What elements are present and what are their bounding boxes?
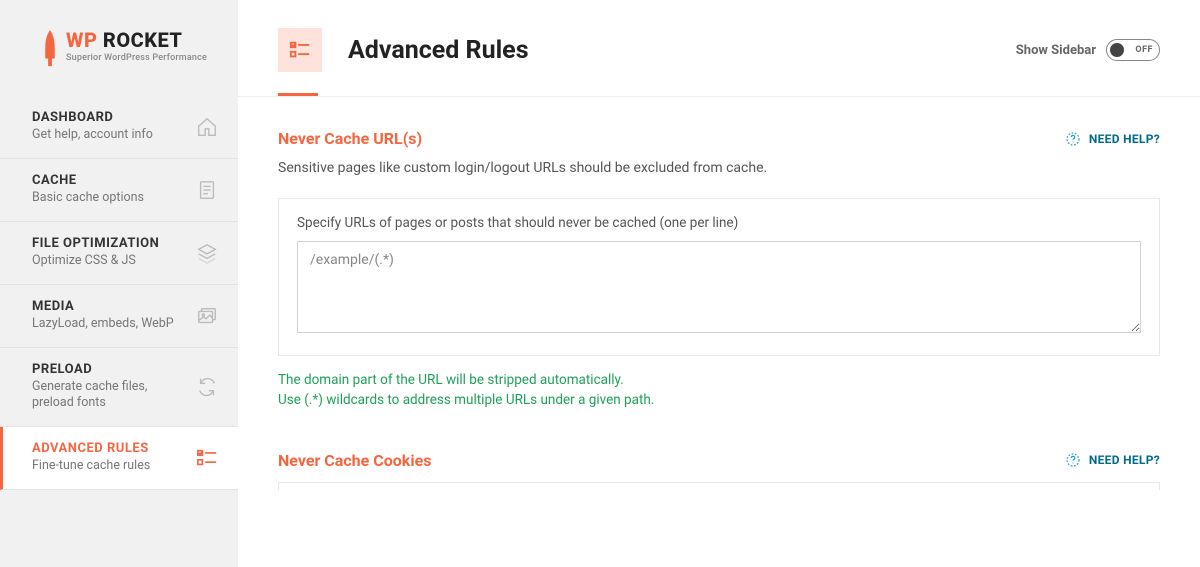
sidebar-item-media[interactable]: MEDIA LazyLoad, embeds, WebP xyxy=(0,285,238,348)
logo-text: WP ROCKET xyxy=(66,30,207,50)
list-check-icon xyxy=(196,447,218,469)
show-sidebar-label: Show Sidebar xyxy=(1016,43,1096,58)
sidebar-item-title: MEDIA xyxy=(32,299,188,314)
logo: WP ROCKET Superior WordPress Performance xyxy=(0,30,238,96)
sidebar-item-desc: Basic cache options xyxy=(32,190,188,207)
sidebar-item-advanced-rules[interactable]: ADVANCED RULES Fine-tune cache rules xyxy=(0,427,238,490)
sidebar-item-desc: Get help, account info xyxy=(32,127,188,144)
never-cache-urls-input[interactable] xyxy=(297,241,1141,333)
sidebar-item-title: DASHBOARD xyxy=(32,110,188,125)
home-icon xyxy=(196,116,218,138)
field-label: Specify URLs of pages or posts that shou… xyxy=(297,215,1141,231)
rocket-icon xyxy=(40,30,60,68)
section-desc: Sensitive pages like custom login/logout… xyxy=(278,160,1160,176)
header: Advanced Rules Show Sidebar OFF xyxy=(238,0,1200,93)
nav: DASHBOARD Get help, account info CACHE B… xyxy=(0,96,238,490)
need-help-link[interactable]: NEED HELP? xyxy=(1065,452,1160,468)
sidebar-item-preload[interactable]: PRELOAD Generate cache files, preload fo… xyxy=(0,348,238,428)
section-never-cache-urls: Never Cache URL(s) NEED HELP? Sensitive … xyxy=(278,129,1160,411)
show-sidebar-toggle[interactable]: OFF xyxy=(1106,39,1160,61)
content: Never Cache URL(s) NEED HELP? Sensitive … xyxy=(238,97,1200,567)
field-never-cache-cookies xyxy=(278,482,1160,490)
sidebar-item-desc: Fine-tune cache rules xyxy=(32,458,188,475)
need-help-link[interactable]: NEED HELP? xyxy=(1065,131,1160,147)
sidebar-item-file-optimization[interactable]: FILE OPTIMIZATION Optimize CSS & JS xyxy=(0,222,238,285)
sidebar-item-desc: Generate cache files, preload fonts xyxy=(32,379,188,413)
help-icon xyxy=(1065,131,1081,147)
page-title: Advanced Rules xyxy=(348,36,1016,65)
sidebar-item-cache[interactable]: CACHE Basic cache options xyxy=(0,159,238,222)
refresh-icon xyxy=(196,376,218,398)
section-never-cache-cookies: Never Cache Cookies NEED HELP? xyxy=(278,451,1160,490)
toggle-knob xyxy=(1110,43,1124,57)
layers-icon xyxy=(196,242,218,264)
sidebar-item-title: CACHE xyxy=(32,173,188,188)
field-never-cache-urls: Specify URLs of pages or posts that shou… xyxy=(278,198,1160,356)
section-title: Never Cache URL(s) xyxy=(278,129,422,148)
main: Advanced Rules Show Sidebar OFF Never Ca… xyxy=(238,0,1200,567)
file-icon xyxy=(196,179,218,201)
sidebar-item-desc: LazyLoad, embeds, WebP xyxy=(32,316,188,333)
field-hint: The domain part of the URL will be strip… xyxy=(278,370,1160,411)
logo-subtitle: Superior WordPress Performance xyxy=(66,53,207,63)
list-check-icon xyxy=(289,39,311,61)
section-title: Never Cache Cookies xyxy=(278,451,431,470)
sidebar-item-title: FILE OPTIMIZATION xyxy=(32,236,188,251)
images-icon xyxy=(196,305,218,327)
sidebar-item-title: ADVANCED RULES xyxy=(32,441,188,456)
toggle-state: OFF xyxy=(1135,45,1153,55)
sidebar-item-dashboard[interactable]: DASHBOARD Get help, account info xyxy=(0,96,238,159)
page-icon xyxy=(278,28,322,72)
sidebar: WP ROCKET Superior WordPress Performance… xyxy=(0,0,238,567)
sidebar-item-desc: Optimize CSS & JS xyxy=(32,253,188,270)
help-icon xyxy=(1065,452,1081,468)
sidebar-item-title: PRELOAD xyxy=(32,362,188,377)
